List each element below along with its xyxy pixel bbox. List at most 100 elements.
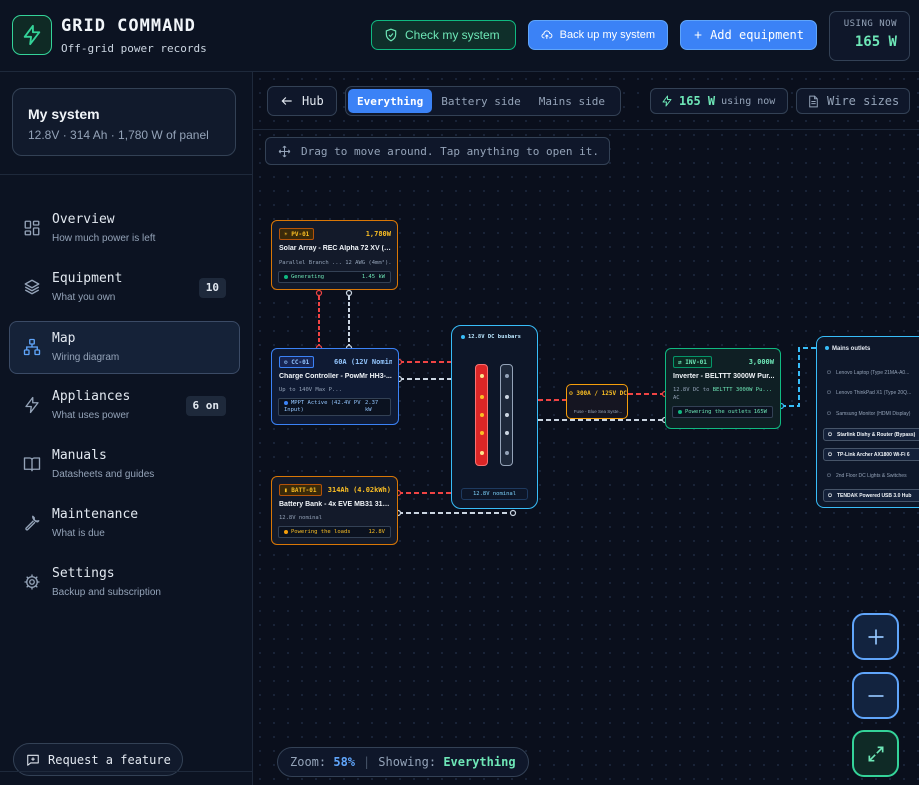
nav-subtitle: Backup and subscription: [52, 587, 161, 598]
network-icon: [23, 338, 41, 356]
node-main-fuse[interactable]: ⊙ 300A / 125V DC Fuse - Blue Sea Syste..…: [566, 384, 628, 419]
node-mains-outlets[interactable]: Mains outlets Lenovo Laptop (Type 21MA-A…: [816, 336, 919, 508]
grid-icon: [24, 220, 40, 236]
bolt-logo-icon: [12, 15, 52, 55]
node-detail: Up to 140V Max P...: [279, 387, 342, 393]
negative-busbar: [500, 364, 513, 466]
node-title: Mains outlets: [825, 346, 870, 352]
outlet-item[interactable]: Samsung Monitor (HDMI Display): [823, 408, 919, 421]
node-rating: 60A (12V Nomin...: [334, 358, 392, 366]
zoom-label: Zoom:: [290, 755, 327, 769]
outlet-item[interactable]: Starlink Dishy & Router (Bypass): [823, 428, 919, 441]
node-battery-bank[interactable]: ▮ BATT-01 314Ah (4.02kWh) Battery Bank -…: [271, 476, 398, 545]
node-inverter[interactable]: ⇄ INV-01 3,000W Inverter - BELTTT 3000W …: [665, 348, 781, 429]
check-system-label: Check my system: [405, 28, 500, 42]
node-name: Inverter - BELTTT 3000W Pur...: [673, 373, 775, 380]
showing-value: Everything: [443, 755, 516, 769]
node-charge-controller[interactable]: ⚙ CC-01 60A (12V Nomin... Charge Control…: [271, 348, 399, 425]
nav-subtitle: What you own: [52, 292, 116, 303]
system-card[interactable]: My system 12.8V · 314 Ah · 1,780 W of pa…: [12, 88, 236, 156]
zoom-out-button[interactable]: [852, 672, 899, 719]
node-name: Solar Array - REC Alpha 72 XV (4...: [279, 245, 392, 252]
fit-to-screen-button[interactable]: [852, 730, 899, 777]
system-specs: 12.8V · 314 Ah · 1,780 W of panel: [28, 128, 209, 142]
node-title: 12.8V DC busbars: [461, 334, 521, 340]
plus-icon: [868, 629, 883, 644]
nav-subtitle: How much power is left: [52, 233, 156, 244]
nav-item-manuals[interactable]: Manuals Datasheets and guides: [9, 438, 240, 491]
node-detail: 12.8V nominal: [279, 515, 323, 521]
zoom-in-button[interactable]: [852, 613, 899, 660]
nav-title: Settings: [52, 566, 115, 581]
node-status: Powering the outlets 165W: [672, 406, 773, 418]
outlet-item[interactable]: Lenovo Laptop (Type 21MA-A0...: [823, 367, 919, 380]
nav-title: Manuals: [52, 448, 107, 463]
nav-item-appliances[interactable]: Appliances What uses power 6 on: [9, 379, 240, 432]
node-tag: ⚙ CC-01: [279, 356, 315, 368]
node-rating: 314Ah (4.02kWh): [327, 486, 391, 494]
add-equipment-button[interactable]: Add equipment: [680, 20, 817, 50]
appliances-on-badge: 6 on: [185, 396, 226, 416]
node-rating: ⊙ 300A / 125V DC: [569, 390, 627, 397]
outlet-item[interactable]: TENDAK Powered USB 3.0 Hub: [823, 489, 919, 502]
nav-title: Appliances: [52, 389, 131, 404]
plus-icon: [694, 31, 702, 39]
backup-system-button[interactable]: Back up my system: [528, 20, 668, 50]
node-dc-busbars[interactable]: 12.8V DC busbars 12.8V nominal: [451, 325, 538, 509]
sidebar-divider: [0, 174, 253, 175]
node-status: MPPT Active (42.4V PV Input) 2.37 kW: [278, 398, 391, 416]
app-title: GRID COMMAND: [61, 16, 196, 36]
sidebar-bottom-divider: [0, 771, 253, 772]
layers-icon: [24, 279, 40, 295]
zoom-readout: Zoom: 58% | Showing: Everything: [277, 747, 529, 777]
node-solar-array[interactable]: ☀ PV-01 1,780W Solar Array - REC Alpha 7…: [271, 220, 398, 290]
positive-busbar: [475, 364, 488, 466]
nav-title: Map: [52, 331, 76, 346]
outlet-item[interactable]: TP-Link Archer AX1800 Wi-Fi 6: [823, 448, 919, 461]
using-now-label: USING NOW: [843, 19, 897, 29]
wrench-icon: [25, 515, 40, 531]
node-footer: 12.8V nominal: [461, 488, 528, 500]
node-tag: ☀ PV-01: [279, 228, 315, 240]
cloud-upload-icon: [541, 30, 553, 39]
sidebar: My system 12.8V · 314 Ah · 1,780 W of pa…: [0, 72, 253, 785]
node-status: Generating 1.45 kW: [278, 271, 391, 283]
nav-item-settings[interactable]: Settings Backup and subscription: [9, 556, 240, 609]
nav-title: Overview: [52, 212, 115, 227]
outlet-item[interactable]: Lenovo ThinkPad X1 (Type 20Q...: [823, 387, 919, 400]
nav-item-overview[interactable]: Overview How much power is left: [9, 202, 240, 255]
node-tag: ▮ BATT-01: [279, 484, 322, 496]
minus-icon: [868, 694, 883, 697]
using-now-readout: USING NOW 165 W: [829, 11, 910, 61]
node-tag: ⇄ INV-01: [673, 356, 712, 368]
add-equipment-label: Add equipment: [710, 28, 804, 42]
nav-item-maintenance[interactable]: Maintenance What is due: [9, 497, 240, 550]
nav-subtitle: What uses power: [52, 410, 130, 421]
nav-title: Maintenance: [52, 507, 139, 522]
shield-check-icon: [385, 28, 397, 42]
gear-icon: [24, 574, 40, 590]
request-feature-label: Request a feature: [48, 752, 171, 767]
nav-subtitle: Datasheets and guides: [52, 469, 155, 480]
nav-item-equipment[interactable]: Equipment What you own 10: [9, 261, 240, 314]
check-system-button[interactable]: Check my system: [371, 20, 516, 50]
wiring-map[interactable]: Hub Everything Battery side Mains side 1…: [253, 72, 919, 785]
node-name: Battery Bank - 4x EVE MB31 314...: [279, 501, 392, 508]
node-detail: Fuse - Blue Sea Syste...: [573, 409, 623, 414]
nav-subtitle: What is due: [52, 528, 105, 539]
node-rating: 3,000W: [748, 358, 774, 366]
node-detail-line2: AC: [673, 395, 680, 401]
nav-title: Equipment: [52, 271, 123, 286]
node-detail: 12.8V DC to BELTTT 3000W Pu...: [673, 387, 773, 393]
outlet-item[interactable]: 2nd Floor DC Lights & Switches: [823, 470, 919, 483]
equipment-count-badge: 10: [198, 278, 226, 298]
bolt-icon: [25, 396, 39, 414]
app-header: GRID COMMAND Off-grid power records Chec…: [0, 0, 919, 72]
showing-label: Showing:: [378, 755, 437, 769]
system-name: My system: [28, 106, 100, 122]
book-icon: [23, 457, 41, 472]
message-plus-icon: [27, 754, 39, 766]
nav-subtitle: Wiring diagram: [52, 352, 120, 363]
node-rating: 1,780W: [365, 230, 391, 238]
nav-item-map[interactable]: Map Wiring diagram: [9, 321, 240, 374]
